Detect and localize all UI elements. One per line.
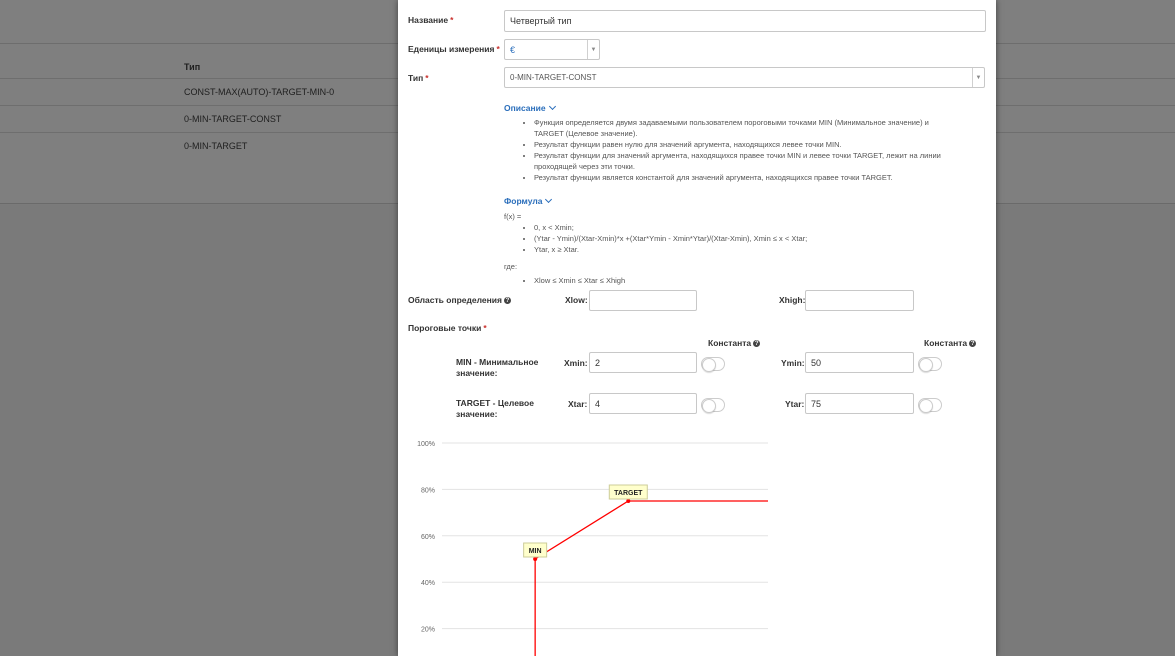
data-point — [626, 499, 631, 503]
ymin-input[interactable]: 50 — [805, 352, 914, 373]
list-item: Xlow ≤ Xmin ≤ Xtar ≤ Xhigh — [534, 275, 964, 286]
list-item: Ytar, x ≥ Xtar. — [534, 244, 964, 255]
unit-label: Еденицы измерения * — [408, 44, 500, 54]
y-tick-label: 100% — [417, 441, 435, 448]
constant-label-y: Константа? — [924, 338, 977, 348]
list-item: Результат функции является константой дл… — [534, 172, 960, 183]
name-input-value: Четвертый тип — [510, 16, 572, 26]
type-select[interactable]: 0-MIN-TARGET-CONST ▼ — [504, 67, 985, 88]
list-item: Результат функции равен нулю для значени… — [534, 139, 960, 150]
xmin-input[interactable]: 2 — [589, 352, 697, 373]
formula-fx: f(x) = — [504, 212, 522, 221]
chevron-down-icon: ▼ — [587, 40, 599, 59]
help-icon[interactable]: ? — [503, 297, 511, 305]
y-tick-label: 60% — [421, 534, 435, 541]
y-tick-label: 80% — [421, 487, 435, 494]
chevron-down-icon — [545, 195, 553, 204]
list-item: Функция определяется двумя задаваемыми п… — [534, 117, 960, 139]
description-toggle[interactable]: Описание — [504, 102, 556, 113]
description-text: Функция определяется двумя задаваемыми п… — [520, 117, 960, 183]
table-row: 0-MIN-TARGET-CONST — [184, 114, 282, 124]
table-row: 0-MIN-TARGET — [184, 141, 248, 151]
ytar-label: Ytar: — [785, 399, 805, 409]
unit-select[interactable]: € ▼ — [504, 39, 600, 60]
table-row: CONST-MAX(AUTO)-TARGET-MIN-0 — [184, 87, 335, 97]
xlow-label: Xlow: — [565, 295, 588, 305]
chevron-down-icon — [548, 102, 556, 111]
unit-select-value: € — [510, 44, 516, 55]
annotation-label: TARGET — [614, 490, 643, 497]
data-point — [533, 557, 538, 561]
ytar-constant-toggle[interactable] — [918, 398, 942, 413]
help-icon[interactable]: ? — [753, 340, 761, 348]
y-tick-label: 40% — [421, 580, 435, 587]
list-item: (Ytar - Ymin)/(Xtar-Xmin)*x +(Xtar*Ymin … — [534, 233, 964, 244]
xlow-input[interactable] — [589, 290, 697, 311]
xtar-label: Xtar: — [568, 399, 588, 409]
chevron-down-icon: ▼ — [972, 68, 984, 87]
xmin-label: Xmin: — [564, 358, 588, 368]
annotation-label: MIN — [529, 548, 542, 555]
xtar-input[interactable]: 4 — [589, 393, 697, 414]
target-label: TARGET - Целевое значение: — [456, 398, 534, 419]
name-input[interactable]: Четвертый тип — [504, 10, 986, 32]
formula-toggle[interactable]: Формула — [504, 195, 553, 206]
edit-type-modal: Название * Четвертый тип Еденицы измерени… — [398, 0, 996, 656]
domain-label: Область определения? — [408, 295, 511, 305]
series-line — [534, 500, 768, 656]
threshold-chart: 100% 80% 60% 40% 20% MIN TARGET — [417, 441, 768, 656]
ymin-constant-toggle[interactable] — [918, 357, 942, 372]
y-tick-label: 20% — [421, 627, 435, 634]
table-header-type: Тип — [184, 62, 201, 72]
xhigh-label: Xhigh: — [779, 295, 806, 305]
help-icon[interactable]: ? — [969, 340, 977, 348]
type-label: Тип * — [408, 73, 429, 83]
xhigh-input[interactable] — [805, 290, 914, 311]
formula-text: f(x) = 0, x < Xmin; (Ytar - Ymin)/(Xtar-… — [504, 211, 964, 286]
xmin-constant-toggle[interactable] — [701, 357, 725, 372]
formula-where: где: — [504, 262, 518, 271]
type-select-value: 0-MIN-TARGET-CONST — [510, 73, 597, 82]
thresholds-label: Пороговые точки * — [408, 323, 487, 333]
ymin-label: Ymin: — [781, 358, 805, 368]
xtar-constant-toggle[interactable] — [701, 398, 725, 413]
name-label: Название * — [408, 15, 454, 25]
min-label: MIN - Минимальное значение: — [456, 357, 539, 378]
ytar-input[interactable]: 75 — [805, 393, 914, 414]
constant-label-x: Константа? — [708, 338, 761, 348]
list-item: 0, x < Xmin; — [534, 222, 964, 233]
list-item: Результат функции для значений аргумента… — [534, 150, 960, 172]
